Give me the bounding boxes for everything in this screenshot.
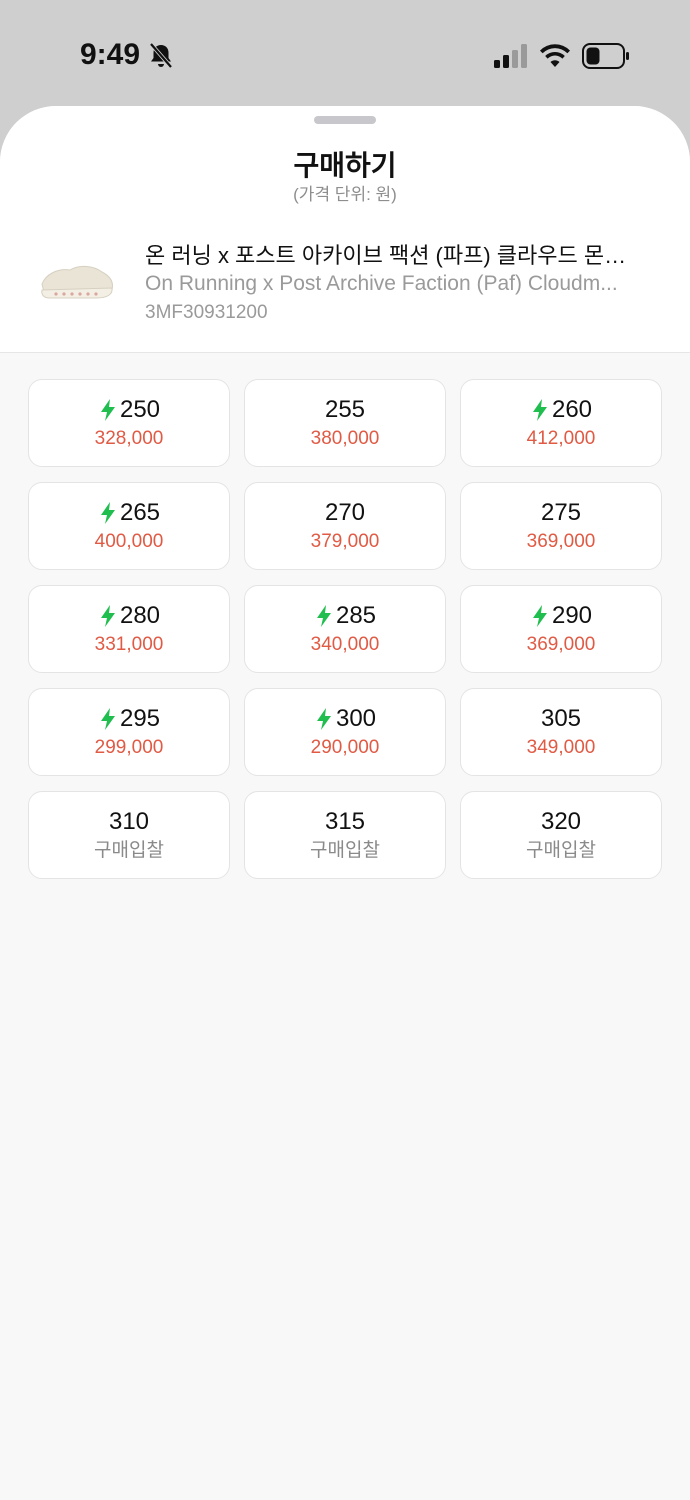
size-price: 380,000 [310,427,380,449]
size-price: 400,000 [94,530,164,552]
size-value: 260 [551,395,593,423]
wifi-icon [540,44,570,67]
size-label: 250 [98,396,160,424]
size-option-grid: 250 328,000 255 380,000 260 412,000 265 400,000… [28,379,662,879]
size-value: 320 [540,807,582,835]
size-value: 300 [335,704,377,732]
size-label: 280 [98,602,160,630]
size-option-button[interactable]: 250 328,000 [28,379,230,467]
size-value: 295 [119,704,161,732]
lightning-bolt-icon [316,707,331,730]
product-name-english: On Running x Post Archive Faction (Paf) … [145,272,618,295]
status-bar: 9:49 [0,0,690,106]
size-option-button[interactable]: 270 379,000 [244,482,446,570]
signal-icon [494,44,527,68]
bid-label: 구매입찰 [526,839,596,861]
size-price: 299,000 [94,736,164,758]
size-price: 290,000 [310,736,380,758]
size-label: 255 [325,396,365,424]
size-option-button[interactable]: 280 331,000 [28,585,230,673]
size-label: 315 [325,808,365,836]
size-label: 300 [314,705,376,733]
size-option-button[interactable]: 260 412,000 [460,379,662,467]
size-option-button[interactable]: 315 구매입찰 [244,791,446,879]
size-option-button[interactable]: 320 구매입찰 [460,791,662,879]
sheet-grabber[interactable] [314,116,376,124]
bid-label: 구매입찰 [310,839,380,861]
size-option-button[interactable]: 290 369,000 [460,585,662,673]
lightning-bolt-icon [100,707,115,730]
size-price: 379,000 [310,530,380,552]
size-label: 310 [109,808,149,836]
size-value: 305 [540,704,582,732]
product-name-korean: 온 러닝 x 포스트 아카이브 팩션 (파프) 클라우드 몬… [145,243,627,268]
size-option-button[interactable]: 300 290,000 [244,688,446,776]
status-time: 9:49 [80,38,141,71]
size-value: 270 [324,498,366,526]
size-label: 320 [541,808,581,836]
price-unit-note: (가격 단위: 원) [293,185,397,204]
lightning-bolt-icon [100,398,115,421]
size-label: 265 [98,499,160,527]
size-option-button[interactable]: 285 340,000 [244,585,446,673]
size-price: 369,000 [526,530,596,552]
size-label: 305 [541,705,581,733]
size-label: 290 [530,602,592,630]
size-price: 331,000 [94,633,164,655]
size-value: 315 [324,807,366,835]
size-option-button[interactable]: 265 400,000 [28,482,230,570]
size-price: 340,000 [310,633,380,655]
size-option-button[interactable]: 295 299,000 [28,688,230,776]
size-value: 250 [119,395,161,423]
size-label: 275 [541,499,581,527]
size-label: 260 [530,396,592,424]
size-price: 369,000 [526,633,596,655]
battery-icon [582,43,629,69]
size-option-button[interactable]: 305 349,000 [460,688,662,776]
size-value: 255 [324,395,366,423]
lightning-bolt-icon [532,398,547,421]
size-option-button[interactable]: 310 구매입찰 [28,791,230,879]
size-price: 328,000 [94,427,164,449]
lightning-bolt-icon [532,604,547,627]
size-price: 349,000 [526,736,596,758]
size-value: 275 [540,498,582,526]
size-value: 280 [119,601,161,629]
bell-off-icon [149,42,173,69]
size-price: 412,000 [526,427,596,449]
size-label: 270 [325,499,365,527]
lightning-bolt-icon [100,501,115,524]
size-option-button[interactable]: 275 369,000 [460,482,662,570]
size-value: 265 [119,498,161,526]
size-option-button[interactable]: 255 380,000 [244,379,446,467]
sheet-header: 구매하기 (가격 단위: 원) 온 러닝 x 포스트 아카이브 팩션 (파프) … [0,106,690,353]
size-value: 290 [551,601,593,629]
size-label: 285 [314,602,376,630]
size-label: 295 [98,705,160,733]
lightning-bolt-icon [316,604,331,627]
purchase-sheet: 구매하기 (가격 단위: 원) 온 러닝 x 포스트 아카이브 팩션 (파프) … [0,106,690,1500]
product-image [41,265,113,299]
size-value: 310 [108,807,150,835]
product-model-code: 3MF30931200 [145,302,268,323]
size-value: 285 [335,601,377,629]
sheet-title: 구매하기 [293,150,397,181]
bid-label: 구매입찰 [94,839,164,861]
lightning-bolt-icon [100,604,115,627]
